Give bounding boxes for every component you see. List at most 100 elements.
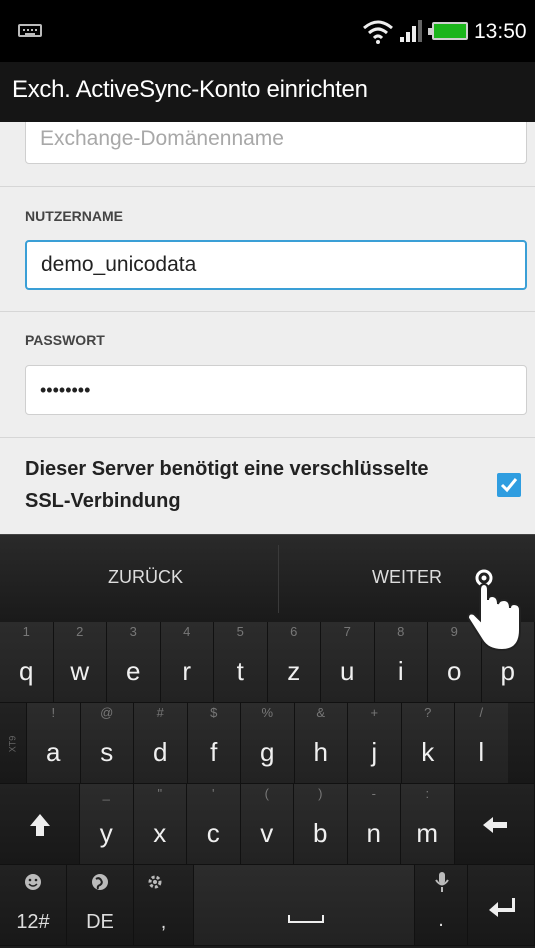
key-n[interactable]: -n	[347, 784, 401, 865]
key-label: o	[447, 656, 462, 686]
key-label: ,	[160, 911, 167, 933]
status-bar: 13:50	[0, 0, 535, 62]
next-button[interactable]: WEITER	[372, 567, 442, 588]
key-y[interactable]: _ y	[80, 784, 134, 865]
key-label: b	[313, 818, 328, 848]
key-w[interactable]: 2w	[53, 622, 107, 703]
key-alt-label: -	[371, 786, 376, 801]
title-bar: Exch. ActiveSync-Konto einrichten	[0, 62, 535, 122]
key-label: DE	[86, 911, 114, 933]
comma-key[interactable]: ,	[134, 865, 194, 946]
key-label: y	[99, 818, 113, 848]
key-label: m	[416, 818, 439, 848]
key-label: .	[438, 909, 444, 931]
key-alt-label: 1	[22, 624, 30, 639]
key-q[interactable]: 1q	[0, 622, 54, 703]
key-g[interactable]: % g	[241, 703, 295, 784]
key-label: h	[313, 737, 328, 767]
key-label: q	[19, 656, 34, 686]
key-alt-label: 3	[129, 624, 137, 639]
key-label: g	[260, 737, 275, 767]
key-alt-label: !	[51, 705, 56, 720]
clock: 13:50	[474, 20, 527, 43]
key-alt-label: &	[316, 705, 326, 720]
key-a[interactable]: ! a	[27, 703, 81, 784]
key-label: p	[500, 656, 515, 686]
key-h[interactable]: & h	[294, 703, 348, 784]
username-label: NUTZERNAME	[25, 208, 123, 224]
signal-icon	[400, 20, 422, 42]
action-bar: ZURÜCK WEITER	[0, 534, 535, 622]
key-alt-label: @	[100, 705, 114, 720]
key-alt-label: 7	[343, 624, 351, 639]
key-v[interactable]: (v	[240, 784, 294, 865]
key-alt-label: 5	[236, 624, 244, 639]
key-f[interactable]: $ f	[187, 703, 241, 784]
key-x[interactable]: " x	[133, 784, 187, 865]
domain-input[interactable]: Exchange-Domänenname	[25, 122, 527, 164]
key-alt-label: #	[156, 705, 164, 720]
username-input[interactable]: demo_unicodata	[25, 240, 527, 290]
key-label: e	[126, 656, 141, 686]
key-alt-label: /	[479, 705, 484, 720]
ssl-requirement-text: Dieser Server benötigt eine verschlüssel…	[25, 458, 429, 512]
key-label: k	[421, 737, 435, 767]
key-label: r	[182, 656, 192, 686]
key-l[interactable]: / l	[455, 703, 509, 784]
key-alt-label: 6	[290, 624, 298, 639]
key-alt-label: 2	[76, 624, 84, 639]
enter-arrow-icon	[489, 898, 515, 917]
key-m[interactable]: :m	[401, 784, 455, 865]
key-e[interactable]: 3e	[107, 622, 161, 703]
emoji-icon	[25, 874, 41, 890]
ssl-checkbox[interactable]	[497, 473, 521, 497]
key-label: t	[236, 656, 244, 686]
key-alt-label: %	[261, 705, 274, 720]
key-label: v	[260, 818, 274, 848]
divider	[0, 186, 535, 187]
key-z[interactable]: 6z	[267, 622, 321, 703]
account-form: Exchange-Domänenname NUTZERNAME demo_uni…	[0, 122, 535, 534]
key-alt-label: 4	[183, 624, 191, 639]
key-label: z	[287, 656, 301, 686]
key-c[interactable]: ' c	[187, 784, 241, 865]
checkmark-icon	[500, 478, 518, 493]
key-b[interactable]: ) b	[294, 784, 348, 865]
key-r[interactable]: 4r	[160, 622, 214, 703]
key-alt-label: '	[212, 786, 215, 801]
backspace-key[interactable]	[455, 784, 535, 865]
battery-icon	[428, 22, 468, 40]
key-label: d	[153, 737, 168, 767]
key-t[interactable]: 5t	[214, 622, 268, 703]
key-label: u	[340, 656, 355, 686]
key-alt-label: (	[264, 786, 269, 801]
key-d[interactable]: # d	[134, 703, 188, 784]
back-button[interactable]: ZURÜCK	[108, 567, 183, 588]
key-u[interactable]: 7u	[321, 622, 375, 703]
keyboard-indicator-icon	[18, 24, 42, 37]
shift-key[interactable]	[0, 784, 80, 865]
language-key[interactable]: DE	[67, 865, 134, 946]
page-title: Exch. ActiveSync-Konto einrichten	[12, 76, 368, 103]
key-label: w	[70, 656, 90, 686]
period-key[interactable]: .	[415, 865, 468, 946]
wifi-icon	[363, 20, 393, 44]
password-input[interactable]: ••••••••	[25, 365, 527, 415]
key-label: 12#	[16, 911, 50, 933]
key-alt-label: "	[157, 786, 163, 801]
key-alt-label: +	[370, 705, 379, 720]
key-i[interactable]: 8i	[374, 622, 428, 703]
backspace-arrow-icon	[483, 817, 507, 833]
space-bar-icon	[288, 915, 324, 923]
globe-icon	[92, 874, 108, 890]
key-spacer	[508, 703, 535, 784]
key-alt-label: ?	[424, 705, 432, 720]
key-label: XT9	[7, 735, 18, 753]
key-j[interactable]: + j	[348, 703, 402, 784]
enter-key[interactable]	[468, 865, 535, 946]
key-alt-label: _	[102, 786, 110, 801]
symbols-key[interactable]: 12#	[0, 865, 67, 946]
space-key[interactable]	[194, 865, 415, 946]
key-s[interactable]: @ s	[80, 703, 134, 784]
key-k[interactable]: ? k	[401, 703, 455, 784]
